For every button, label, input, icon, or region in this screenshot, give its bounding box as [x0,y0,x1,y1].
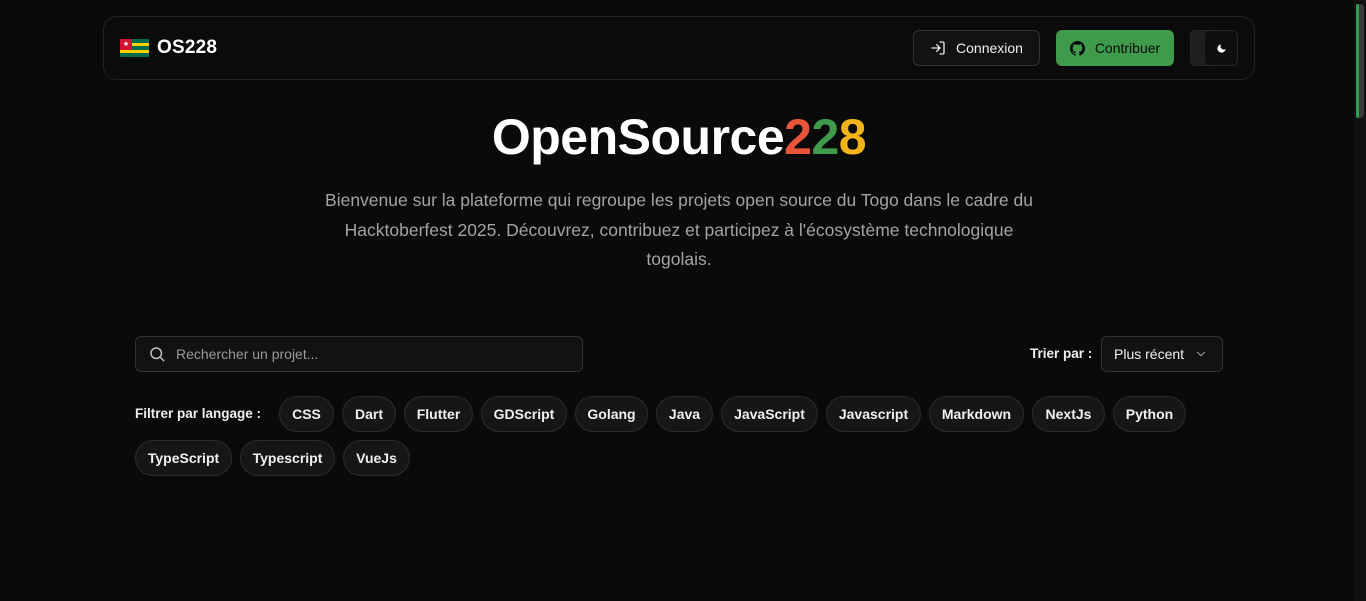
page: ★ OS228 Connexion Contribuer OpenSource2… [0,0,1366,601]
contribute-button[interactable]: Contribuer [1056,30,1174,66]
brand[interactable]: ★ OS228 [120,37,217,59]
login-button[interactable]: Connexion [913,30,1040,66]
filter-chip-markdown[interactable]: Markdown [929,396,1024,432]
filter-chip-vuejs[interactable]: VueJs [343,440,410,476]
filter-chip-flutter[interactable]: Flutter [404,396,473,432]
hero-title-digit-green: 2 [811,109,839,165]
filter-chip-dart[interactable]: Dart [342,396,396,432]
login-label: Connexion [956,40,1023,56]
page-scrollbar[interactable] [1354,0,1366,601]
sort-selected-value: Plus récent [1114,346,1185,362]
filter-label: Filtrer par langage : [135,406,262,421]
filter-chip-javascript-lower[interactable]: Javascript [826,396,921,432]
scrollbar-thumb[interactable] [1356,4,1364,118]
brand-name: OS228 [157,37,218,58]
filter-chip-typescript[interactable]: TypeScript [135,440,232,476]
hero-title-main: OpenSource [491,109,785,165]
top-navbar: ★ OS228 Connexion Contribuer [103,16,1255,80]
search-box [135,336,583,372]
hero-title-digit-yellow: 8 [838,109,867,165]
filter-chip-java[interactable]: Java [656,396,713,432]
github-icon [1069,40,1085,56]
hero-subtitle-line-1: Bienvenue sur la plateforme qui regroupe… [325,190,1033,210]
contribute-label: Contribuer [1094,40,1161,56]
moon-icon [1216,43,1226,53]
hero-subtitle-line-2: Hacktoberfest 2025. Découvrez, contribue… [344,219,1014,240]
filter-chip-javascript[interactable]: JavaScript [721,396,818,432]
filter-chip-css[interactable]: CSS [279,396,334,432]
hero-title: OpenSource228 [0,108,1358,166]
filter-chip-typescript-lower[interactable]: Typescript [240,440,335,476]
theme-toggle-knob [1205,31,1237,65]
hero-subtitle-line-3: togolais. [646,249,712,269]
sort-label: Trier par : [1030,346,1093,361]
filter-chip-gdscript[interactable]: GDScript [481,396,567,432]
search-icon [150,347,165,362]
theme-toggle[interactable] [1190,30,1238,66]
hero-subtitle: Bienvenue sur la plateforme qui regroupe… [300,186,1058,275]
filter-chip-python[interactable]: Python [1113,396,1186,432]
filter-chip-nextjs[interactable]: NextJs [1032,396,1105,432]
filter-chip-golang[interactable]: Golang [575,396,648,432]
hero-title-digit-red: 2 [784,109,812,165]
sort-select[interactable]: Plus récent [1101,336,1223,372]
search-input[interactable] [176,346,556,362]
chevron-down-icon [1196,351,1206,357]
togo-flag-icon: ★ [120,39,149,57]
log-in-icon [931,41,945,55]
